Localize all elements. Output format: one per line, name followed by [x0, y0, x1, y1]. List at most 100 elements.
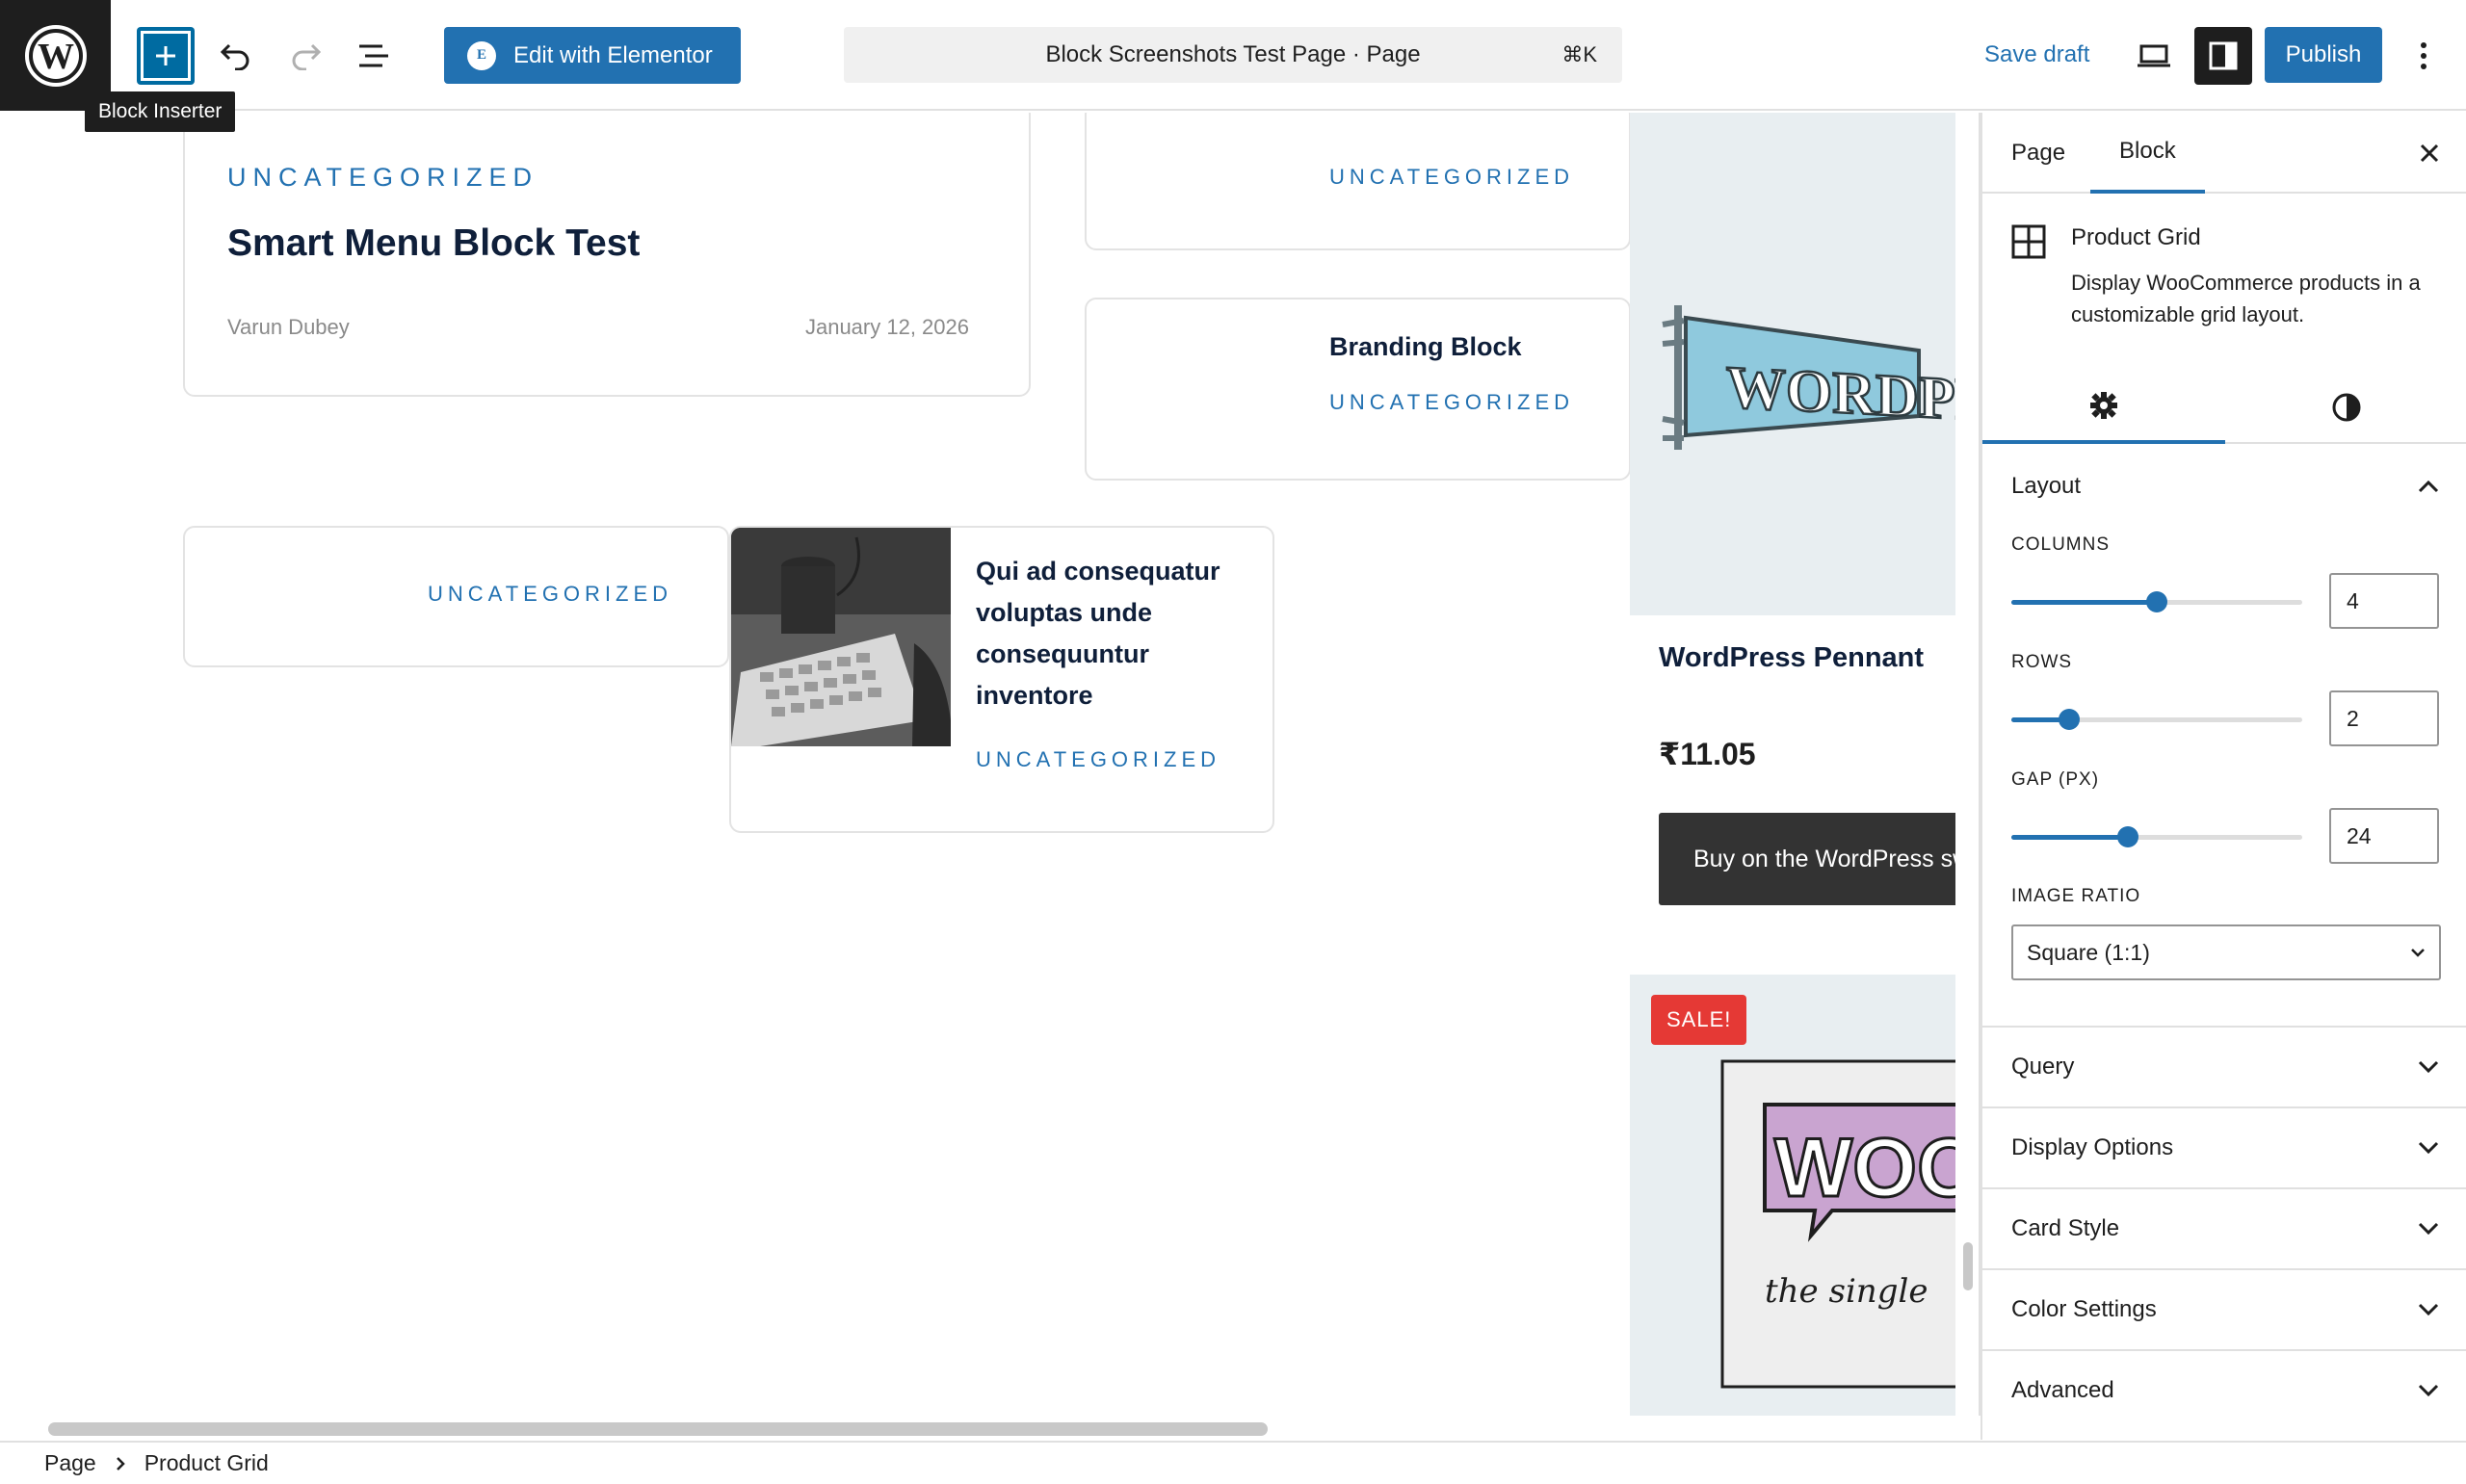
post-category[interactable]: UNCATEGORIZED: [1329, 390, 1574, 415]
query-panel-title: Query: [2011, 1054, 2075, 1080]
keyboard-photo-image: [731, 528, 951, 746]
gap-slider[interactable]: [2011, 826, 2302, 847]
columns-label: COLUMNS: [2011, 534, 2111, 555]
columns-slider-thumb[interactable]: [2146, 591, 2167, 612]
editor-canvas[interactable]: UNCATEGORIZED Smart Menu Block Test Varu…: [0, 113, 1955, 1440]
post-title-line: Qui ad consequatur: [976, 557, 1220, 586]
post-card[interactable]: UNCATEGORIZED Smart Menu Block Test Varu…: [183, 113, 1031, 397]
sidebar-icon: [2209, 41, 2238, 70]
product-price: ₹11.05: [1659, 737, 1756, 771]
save-draft-button[interactable]: Save draft: [1984, 27, 2089, 83]
post-thumbnail[interactable]: [731, 528, 951, 746]
block-description: Display WooCommerce products in a custom…: [2071, 271, 2421, 326]
canvas-scroll-gutter: [1955, 113, 1981, 1440]
list-view-icon: [359, 44, 388, 67]
block-breadcrumb: Page Product Grid: [0, 1441, 2466, 1484]
image-ratio-select[interactable]: Square (1:1): [2011, 924, 2441, 980]
chevron-down-icon: [2418, 1303, 2439, 1316]
rows-label: ROWS: [2011, 652, 2073, 672]
display-options-panel-toggle[interactable]: Display Options: [1982, 1106, 2466, 1187]
color-settings-panel-toggle[interactable]: Color Settings: [1982, 1268, 2466, 1349]
tab-block[interactable]: Block: [2090, 113, 2205, 194]
woo-subtext: the single: [1765, 1272, 1928, 1311]
columns-input[interactable]: 4: [2329, 573, 2439, 629]
redo-button[interactable]: [276, 27, 334, 85]
settings-sidebar: Page Block Product Grid Display WooComme…: [1981, 113, 2466, 1440]
gap-slider-thumb[interactable]: [2116, 826, 2138, 847]
gap-slider-fill: [2011, 835, 2128, 840]
rows-input[interactable]: 2: [2329, 690, 2439, 746]
close-icon: [2420, 143, 2439, 163]
publish-button[interactable]: Publish: [2265, 27, 2382, 83]
gap-input[interactable]: 24: [2329, 808, 2439, 864]
breadcrumb-item-product-grid[interactable]: Product Grid: [144, 1450, 269, 1476]
chevron-down-icon: [2411, 949, 2425, 957]
preview-button[interactable]: [2125, 27, 2183, 85]
document-title-bar[interactable]: Block Screenshots Test Page · Page ⌘K: [844, 27, 1622, 83]
post-card[interactable]: UNCATEGORIZED: [183, 526, 729, 667]
editor-toolbar: W E Edit with Elementor Block Screenshot…: [0, 0, 2466, 111]
chevron-down-icon: [2418, 1060, 2439, 1074]
undo-icon: [220, 43, 249, 70]
undo-button[interactable]: [207, 27, 265, 85]
horizontal-scrollbar[interactable]: [48, 1422, 1268, 1436]
post-author: Varun Dubey: [227, 315, 350, 339]
chevron-down-icon: [2418, 1222, 2439, 1236]
post-card[interactable]: Branding Block UNCATEGORIZED: [1085, 298, 1631, 481]
columns-slider-fill: [2011, 600, 2157, 605]
color-settings-panel-title: Color Settings: [2011, 1296, 2157, 1322]
block-name: Product Grid: [2071, 224, 2201, 250]
options-button[interactable]: [2395, 27, 2453, 85]
post-category[interactable]: UNCATEGORIZED: [428, 582, 672, 607]
layout-panel-toggle[interactable]: Layout: [1982, 446, 2466, 527]
post-title[interactable]: Qui ad consequatur voluptas unde consequ…: [976, 551, 1265, 716]
post-card[interactable]: UNCATEGORIZED: [1085, 113, 1631, 250]
settings-toggle-button[interactable]: [2194, 27, 2252, 85]
tab-page[interactable]: Page: [1982, 113, 2094, 194]
columns-slider[interactable]: [2011, 591, 2302, 612]
card-style-panel-title: Card Style: [2011, 1215, 2120, 1241]
command-shortcut: ⌘K: [1561, 42, 1597, 66]
product-name[interactable]: WordPress Pennant: [1659, 642, 1924, 674]
chevron-down-icon: [2418, 1384, 2439, 1397]
svg-text:W: W: [38, 37, 74, 77]
vertical-scrollbar[interactable]: [1963, 1242, 1973, 1290]
advanced-panel-toggle[interactable]: Advanced: [1982, 1349, 2466, 1430]
display-options-panel-title: Display Options: [2011, 1134, 2174, 1160]
product-image[interactable]: WOO the single SALE!: [1630, 975, 1955, 1440]
card-style-panel-toggle[interactable]: Card Style: [1982, 1187, 2466, 1268]
close-sidebar-button[interactable]: [2408, 132, 2451, 174]
product-grid-preview[interactable]: WORDPRESS WordPress Pennant ₹11.05 Buy o…: [1630, 113, 1955, 1440]
post-category[interactable]: UNCATEGORIZED: [227, 163, 538, 193]
post-card[interactable]: Qui ad consequatur voluptas unde consequ…: [729, 526, 1274, 833]
post-category[interactable]: UNCATEGORIZED: [976, 747, 1220, 772]
document-overview-button[interactable]: [345, 27, 403, 85]
query-panel-toggle[interactable]: Query: [1982, 1026, 2466, 1106]
gap-label: GAP (PX): [2011, 769, 2100, 790]
layout-panel-title: Layout: [2011, 473, 2082, 499]
edit-with-elementor-button[interactable]: E Edit with Elementor: [444, 27, 741, 84]
chevron-right-icon: [116, 1456, 125, 1471]
more-vertical-icon: [2421, 42, 2427, 69]
pennant-image: WORDPRESS: [1662, 305, 1955, 450]
contrast-icon: [2332, 393, 2361, 422]
post-title[interactable]: Smart Menu Block Test: [227, 222, 640, 265]
breadcrumb-item-page[interactable]: Page: [44, 1450, 96, 1476]
rows-slider-thumb[interactable]: [2059, 709, 2081, 730]
image-ratio-value: Square (1:1): [2027, 939, 2150, 965]
product-image[interactable]: WORDPRESS: [1630, 113, 1955, 615]
buy-product-button[interactable]: Buy on the WordPress swag store!: [1659, 813, 1955, 905]
grid-icon: [2011, 224, 2046, 259]
tab-settings[interactable]: [1982, 371, 2225, 444]
sidebar-tabs: Page Block: [1982, 113, 2466, 194]
block-settings-tabs: [1982, 371, 2466, 444]
plus-icon: [156, 46, 175, 65]
post-title[interactable]: Branding Block: [1329, 332, 1522, 362]
image-ratio-label: IMAGE RATIO: [2011, 886, 2141, 906]
advanced-panel-title: Advanced: [2011, 1377, 2114, 1403]
tab-styles[interactable]: [2225, 371, 2466, 444]
rows-slider[interactable]: [2011, 709, 2302, 730]
post-category[interactable]: UNCATEGORIZED: [1329, 165, 1574, 190]
block-inserter-button[interactable]: [137, 27, 195, 85]
edit-with-elementor-label: Edit with Elementor: [513, 41, 713, 68]
